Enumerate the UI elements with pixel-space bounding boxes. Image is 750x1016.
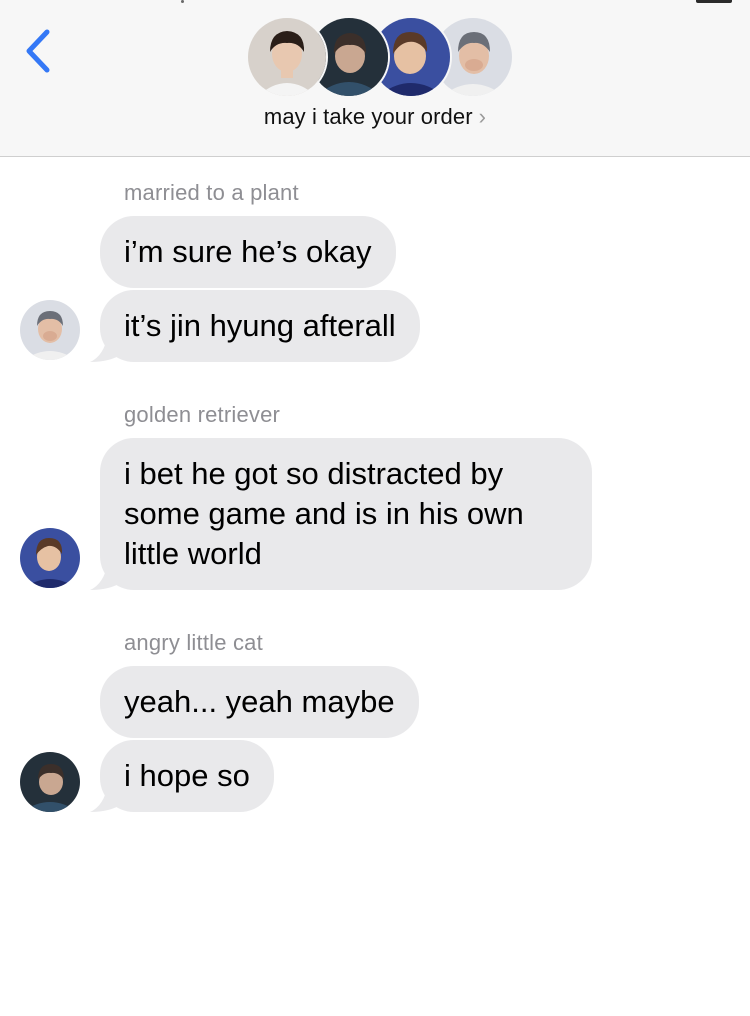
- message-text: yeah... yeah maybe: [124, 684, 395, 719]
- group-avatar-stack[interactable]: [246, 16, 514, 100]
- group-name-label: may i take your order: [263, 104, 473, 129]
- bubble-tail: [90, 562, 122, 590]
- chevron-left-icon: [18, 26, 62, 76]
- sender-name: married to a plant: [124, 180, 299, 205]
- sender-avatar[interactable]: [20, 528, 80, 588]
- message-text: it’s jin hyung afterall: [124, 308, 396, 343]
- message-text: i bet he got so distracted by some game …: [124, 456, 524, 571]
- back-button[interactable]: [18, 26, 62, 76]
- message-bubble[interactable]: i’m sure he’s okay: [100, 216, 396, 288]
- status-bar-fragment: [181, 0, 184, 3]
- chevron-right-icon: ›: [478, 104, 487, 129]
- message-bubble[interactable]: yeah... yeah maybe: [100, 666, 419, 738]
- message-bubble[interactable]: it’s jin hyung afterall: [100, 290, 420, 362]
- message-bubble[interactable]: i hope so: [100, 740, 274, 812]
- group-avatar-1: [246, 16, 328, 98]
- message-text: i hope so: [124, 758, 250, 793]
- conversation-header: may i take your order ›: [0, 0, 750, 157]
- message-text: i’m sure he’s okay: [124, 234, 372, 269]
- sender-avatar[interactable]: [20, 300, 80, 360]
- sender-name: angry little cat: [124, 630, 263, 655]
- bubble-tail: [90, 784, 122, 812]
- group-name-button[interactable]: may i take your order ›: [0, 104, 750, 130]
- sender-avatar[interactable]: [20, 752, 80, 812]
- status-bar-battery-fragment: [696, 0, 732, 3]
- message-bubble[interactable]: i bet he got so distracted by some game …: [100, 438, 592, 590]
- bubble-tail: [90, 334, 122, 362]
- sender-name: golden retriever: [124, 402, 281, 427]
- imessage-group-chat-screen: may i take your order › married to a plan…: [0, 0, 750, 1016]
